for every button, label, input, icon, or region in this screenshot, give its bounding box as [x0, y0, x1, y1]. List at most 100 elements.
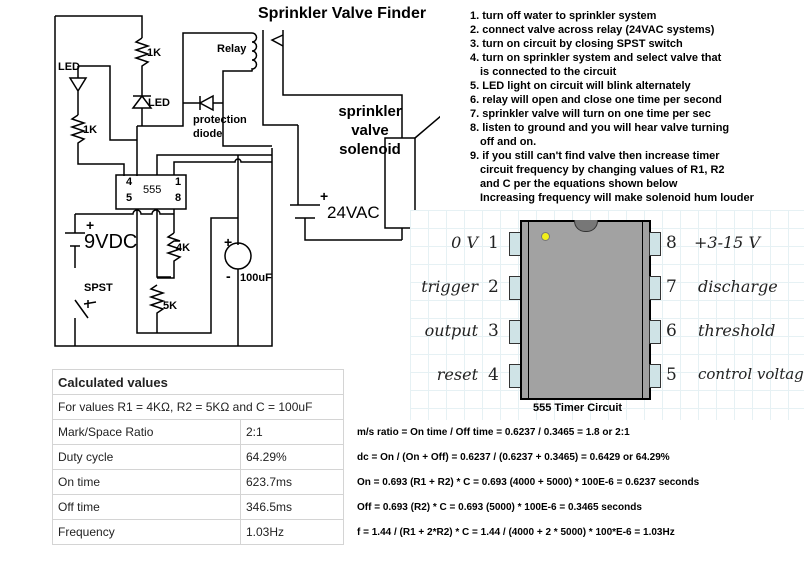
- pin-leg: [649, 232, 661, 256]
- resistor-r2-5k: [148, 284, 166, 333]
- row-label: Frequency: [52, 519, 241, 545]
- resistor-r1-4k: [157, 232, 183, 279]
- ic-label: 555: [143, 184, 162, 196]
- wire: [156, 209, 171, 278]
- protection-diode: [183, 94, 223, 112]
- led-left-label: LED: [58, 61, 80, 73]
- solenoid-label-line: sprinkler: [338, 103, 402, 120]
- instruction-line: circuit frequency by changing values of …: [480, 164, 725, 176]
- r2-label: 5K: [163, 300, 178, 312]
- ic-pinout-diagram: 0 V trigger output reset 1 2 3 4 8 7 6 5…: [410, 210, 804, 420]
- table-row: Off time 346.5ms: [52, 494, 344, 520]
- pin-number-left: 3: [488, 321, 499, 341]
- instruction-line: 6. relay will open and close one time pe…: [470, 94, 722, 106]
- instruction-line: off and on.: [480, 136, 537, 148]
- pin-leg: [649, 364, 661, 388]
- pinout-caption: 555 Timer Circuit: [533, 402, 623, 414]
- instruction-line: and C per the equations shown below: [480, 178, 678, 190]
- supply-plus-label: +: [320, 188, 329, 204]
- led-right-label: LED: [148, 97, 170, 109]
- pin-number-left: 4: [488, 365, 499, 385]
- ic-pin8-label: 8: [175, 192, 182, 204]
- solenoid-leader: [414, 115, 440, 139]
- pin-number-left: 1: [488, 233, 499, 253]
- pin-number-right: 6: [666, 321, 677, 341]
- row-label: Mark/Space Ratio: [52, 419, 241, 445]
- pin-number-left: 2: [488, 277, 499, 297]
- table-row: Duty cycle 64.29%: [52, 444, 344, 470]
- instruction-line: Increasing frequency will make solenoid …: [480, 192, 754, 204]
- relay-label: Relay: [217, 43, 247, 55]
- row-value: 64.29%: [240, 444, 344, 470]
- cap-minus-label: -: [226, 268, 231, 284]
- resistor-left-label: 1K: [83, 124, 98, 136]
- protection-diode-label-2: diode: [193, 128, 223, 140]
- ic-pin5-label: 5: [126, 192, 133, 204]
- page-title: Sprinkler Valve Finder: [258, 5, 427, 22]
- equation-line: m/s ratio = On time / Off time = 0.6237 …: [357, 427, 630, 438]
- cap-plus-label: +: [224, 234, 233, 250]
- instruction-line: is connected to the circuit: [480, 66, 617, 78]
- switch-label: SPST: [84, 282, 113, 294]
- table-header: Calculated values: [52, 369, 344, 395]
- row-label: Duty cycle: [52, 444, 241, 470]
- calculated-values-table: Calculated values For values R1 = 4KΩ, R…: [52, 369, 344, 545]
- row-value: 1.03Hz: [240, 519, 344, 545]
- wire: [55, 15, 143, 38]
- equation-line: dc = On / (On + Off) = 0.6237 / (0.6237 …: [357, 452, 670, 463]
- solenoid-label: sprinkler valve solenoid: [330, 102, 410, 159]
- chip-edge: [642, 222, 643, 398]
- row-label: Off time: [52, 494, 241, 520]
- table-subheader-row: For values R1 = 4KΩ, R2 = 5KΩ and C = 10…: [52, 394, 344, 420]
- pin-name-left: 0 V: [451, 233, 478, 252]
- protection-diode-label: protection: [193, 114, 247, 126]
- solenoid-label-line: valve: [351, 122, 389, 139]
- pin-leg: [649, 320, 661, 344]
- pin-name-right: discharge: [698, 277, 778, 296]
- ic-555-chip: [520, 220, 651, 400]
- pin-name-left: reset: [436, 365, 478, 384]
- instruction-line: 8. listen to ground and you will hear va…: [470, 122, 730, 134]
- pin-name-left: output: [424, 321, 478, 340]
- led-left-diode: [68, 66, 88, 115]
- pin1-indicator-dot-icon: [541, 232, 550, 241]
- instruction-line: 3. turn on circuit by closing SPST switc…: [470, 38, 683, 50]
- table-row: On time 623.7ms: [52, 469, 344, 495]
- row-value: 623.7ms: [240, 469, 344, 495]
- table-row: Frequency 1.03Hz: [52, 519, 344, 545]
- pin-name-right: threshold: [698, 321, 776, 340]
- instruction-line: 7. sprinkler valve will turn on one time…: [470, 108, 711, 120]
- ic-pin4-label: 4: [126, 176, 133, 188]
- equation-line: On = 0.693 (R1 + R2) * C = 0.693 (4000 +…: [357, 477, 700, 488]
- relay-switch-arm: [270, 34, 284, 47]
- wire: [75, 209, 174, 215]
- spst-switch: [74, 299, 97, 319]
- supply-label: 24VAC: [327, 203, 380, 222]
- wire: [173, 158, 272, 175]
- row-value: 346.5ms: [240, 494, 344, 520]
- instructions-list: 1. turn off water to sprinkler system 2.…: [470, 9, 754, 205]
- resistor-top-label: 1K: [147, 47, 162, 59]
- resistor-left-1k: [69, 114, 125, 176]
- chip-edge: [528, 222, 529, 398]
- chip-notch-icon: [574, 220, 598, 232]
- pin-number-right: 7: [666, 277, 677, 297]
- instruction-line: 4. turn on sprinkler system and select v…: [470, 52, 722, 64]
- equation-line: f = 1.44 / (R1 + 2*R2) * C = 1.44 / (400…: [357, 527, 675, 538]
- pin-number-right: 5: [666, 365, 677, 385]
- row-value: 2:1: [240, 419, 344, 445]
- pin-name-right: control voltage: [698, 365, 804, 383]
- cap-label: 100uF: [240, 272, 272, 284]
- pin-name-right: +3-15 V: [694, 233, 760, 252]
- instruction-line: 5. LED light on circuit will blink alter…: [470, 80, 691, 92]
- table-row: Mark/Space Ratio 2:1: [52, 419, 344, 445]
- pin-leg: [649, 276, 661, 300]
- battery-9vdc: [65, 214, 85, 268]
- instruction-line: 2. connect valve across relay (24VAC sys…: [470, 24, 715, 36]
- ic-pin1-label: 1: [175, 176, 182, 188]
- table-subheader: For values R1 = 4KΩ, R2 = 5KΩ and C = 10…: [52, 394, 344, 420]
- row-label: On time: [52, 469, 241, 495]
- r1-label: 4K: [176, 242, 191, 254]
- pin-number-right: 8: [666, 233, 677, 253]
- instruction-line: 9. if you still can't find valve then in…: [470, 150, 720, 162]
